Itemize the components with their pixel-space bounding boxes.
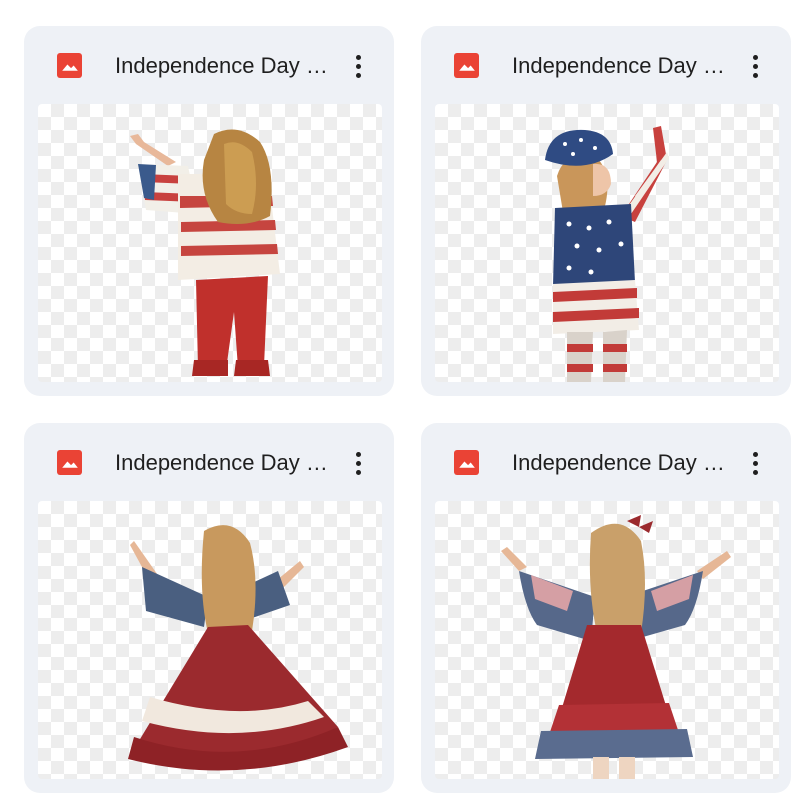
image-file-icon: [57, 450, 82, 475]
image-preview[interactable]: [435, 501, 779, 779]
image-file-icon: [57, 53, 82, 78]
file-name: Independence Day Girl 2.png: [512, 53, 728, 78]
image-preview[interactable]: [38, 501, 382, 779]
more-vert-icon[interactable]: [743, 448, 767, 478]
more-vert-icon[interactable]: [346, 448, 370, 478]
file-card-header: Independence Day Girl 3.png: [24, 423, 394, 501]
image-file-icon: [454, 53, 479, 78]
file-card[interactable]: Independence Day Girl 2.png: [421, 26, 791, 396]
file-card-header: Independence Day Girl 1.png: [24, 26, 394, 104]
file-card-header: Independence Day Girl 4.png: [421, 423, 791, 501]
file-name: Independence Day Girl 3.png: [115, 450, 331, 475]
more-vert-icon[interactable]: [743, 51, 767, 81]
image-preview[interactable]: [435, 104, 779, 382]
image-preview[interactable]: [38, 104, 382, 382]
more-vert-icon[interactable]: [346, 51, 370, 81]
image-file-icon: [454, 450, 479, 475]
file-name: Independence Day Girl 4.png: [512, 450, 728, 475]
file-name: Independence Day Girl 1.png: [115, 53, 331, 78]
file-card[interactable]: Independence Day Girl 4.png: [421, 423, 791, 793]
file-card[interactable]: Independence Day Girl 3.png: [24, 423, 394, 793]
file-card-header: Independence Day Girl 2.png: [421, 26, 791, 104]
file-card[interactable]: Independence Day Girl 1.png: [24, 26, 394, 396]
